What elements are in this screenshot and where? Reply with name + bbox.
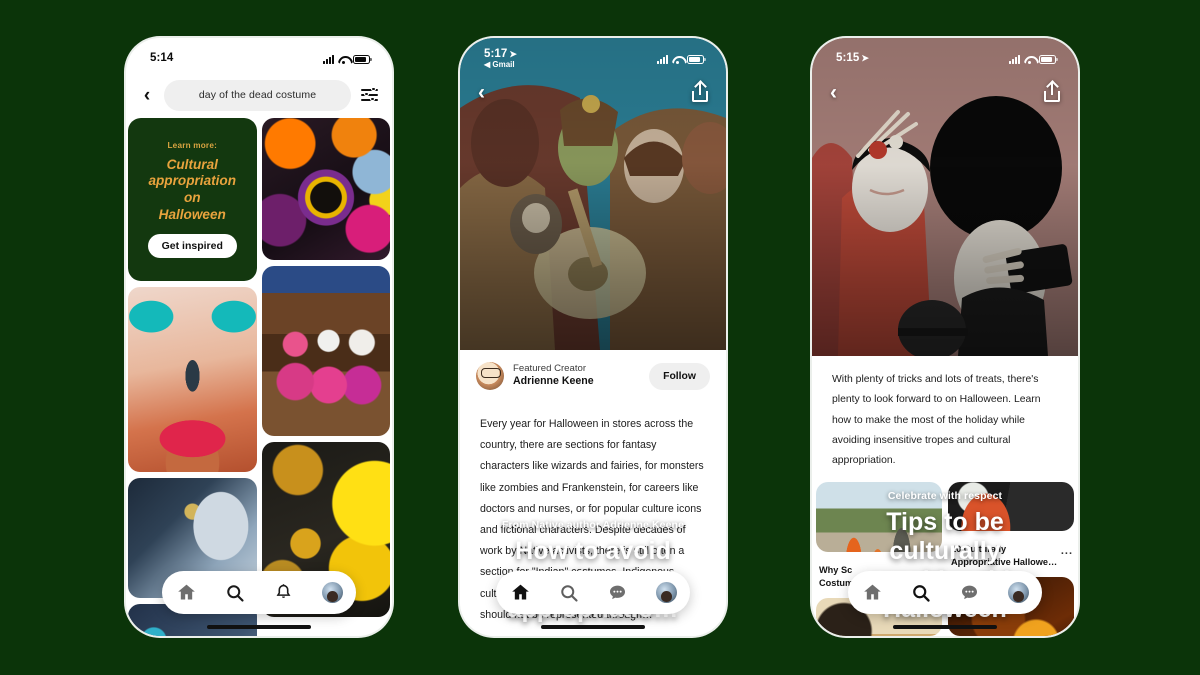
phone3-bottom-nav <box>848 571 1042 614</box>
back-icon[interactable]: ‹ <box>140 86 154 105</box>
promo-title-line-2: appropriation <box>148 173 237 189</box>
pin-marigold-skull[interactable] <box>261 118 390 260</box>
pin-image <box>261 266 390 436</box>
home-icon[interactable] <box>861 582 883 604</box>
bell-icon[interactable] <box>273 582 295 604</box>
phone-mockup-search-results: 5:14 ‹ day of the dead costume Learn mor… <box>126 38 392 636</box>
creator-label: Featured Creator <box>513 362 587 374</box>
promo-card-inner: Learn more: Cultural appropriation on Ha… <box>128 118 257 281</box>
creator-meta: Featured Creator Adrienne Keene <box>513 363 640 389</box>
phone2-hero-nav: ‹ <box>460 82 726 103</box>
status-time: 5:14 <box>150 52 174 65</box>
promo-title-line-3: on <box>183 190 201 205</box>
avatar[interactable] <box>476 362 504 390</box>
search-icon[interactable] <box>224 582 246 604</box>
phone-mockup-article-avoid-appropriation: 5:17 ➤ ◀ Gmail ‹ From Native author Adrie… <box>460 38 726 636</box>
chat-icon[interactable] <box>607 582 629 604</box>
share-icon[interactable] <box>692 83 708 102</box>
chat-icon[interactable] <box>959 582 981 604</box>
pin-image <box>261 118 390 260</box>
promo-title-line-4: Halloween <box>158 206 226 222</box>
phone2-bottom-nav <box>496 571 690 614</box>
search-icon[interactable] <box>558 582 580 604</box>
get-inspired-button[interactable]: Get inspired <box>147 234 237 259</box>
hero-kicker: Celebrate with respect <box>887 490 1003 502</box>
phone2-screen: 5:17 ➤ ◀ Gmail ‹ From Native author Adrie… <box>460 38 726 636</box>
status-right <box>323 54 372 64</box>
follow-button[interactable]: Follow <box>649 362 710 390</box>
search-icon[interactable] <box>910 582 932 604</box>
promo-learn-more-label: Learn more: <box>167 140 218 150</box>
home-indicator <box>893 625 997 629</box>
search-query-text: day of the dead costume <box>198 89 317 101</box>
creator-name: Adrienne Keene <box>513 375 594 388</box>
phone1-screen: 5:14 ‹ day of the dead costume Learn mor… <box>126 38 392 636</box>
share-icon[interactable] <box>1044 83 1060 102</box>
phone1-search-header: ‹ day of the dead costume <box>126 72 392 118</box>
filter-icon[interactable] <box>361 86 378 103</box>
pin-face-paint[interactable] <box>128 287 257 472</box>
hero-kicker: From Native author Adrienne Keene <box>501 519 685 531</box>
phone1-bottom-nav <box>162 571 356 614</box>
status-left: 5:14 <box>150 53 173 65</box>
pin-grid: Learn more: Cultural appropriation on Ha… <box>126 118 392 636</box>
battery-icon <box>353 54 372 64</box>
wifi-icon <box>338 55 349 64</box>
phone3-hero-nav: ‹ <box>812 82 1078 103</box>
home-indicator <box>541 625 645 629</box>
phone-mockup-article-culturally-sensitive: 5:15 ➤ ‹ Celebrate with respect Tips to b… <box>812 38 1078 636</box>
screenshot-stage: 5:14 ‹ day of the dead costume Learn mor… <box>0 0 1200 675</box>
home-icon[interactable] <box>509 582 531 604</box>
pin-skeleton-figurines[interactable] <box>261 266 390 436</box>
home-icon[interactable] <box>175 582 197 604</box>
phone3-screen: 5:15 ➤ ‹ Celebrate with respect Tips to b… <box>812 38 1078 636</box>
search-input[interactable]: day of the dead costume <box>164 79 351 111</box>
pin-column-left: Learn more: Cultural appropriation on Ha… <box>126 118 257 636</box>
article-intro-text: With plenty of tricks and lots of treats… <box>832 374 1041 467</box>
promo-title-line-1: Cultural <box>166 156 218 172</box>
avatar-icon[interactable] <box>1007 582 1029 603</box>
article-intro: With plenty of tricks and lots of treats… <box>812 356 1078 478</box>
cellular-signal-icon <box>323 54 334 64</box>
home-indicator <box>207 625 311 629</box>
featured-creator-bar: Featured Creator Adrienne Keene Follow <box>460 350 726 402</box>
pin-image <box>128 287 257 472</box>
promo-pin-card[interactable]: Learn more: Cultural appropriation on Ha… <box>128 118 257 281</box>
pin-column-right <box>261 118 393 636</box>
back-icon[interactable]: ‹ <box>478 82 485 103</box>
avatar-icon[interactable] <box>321 582 343 603</box>
phone1-status-bar: 5:14 <box>126 38 392 72</box>
back-icon[interactable]: ‹ <box>830 82 837 103</box>
avatar-icon[interactable] <box>655 582 677 603</box>
